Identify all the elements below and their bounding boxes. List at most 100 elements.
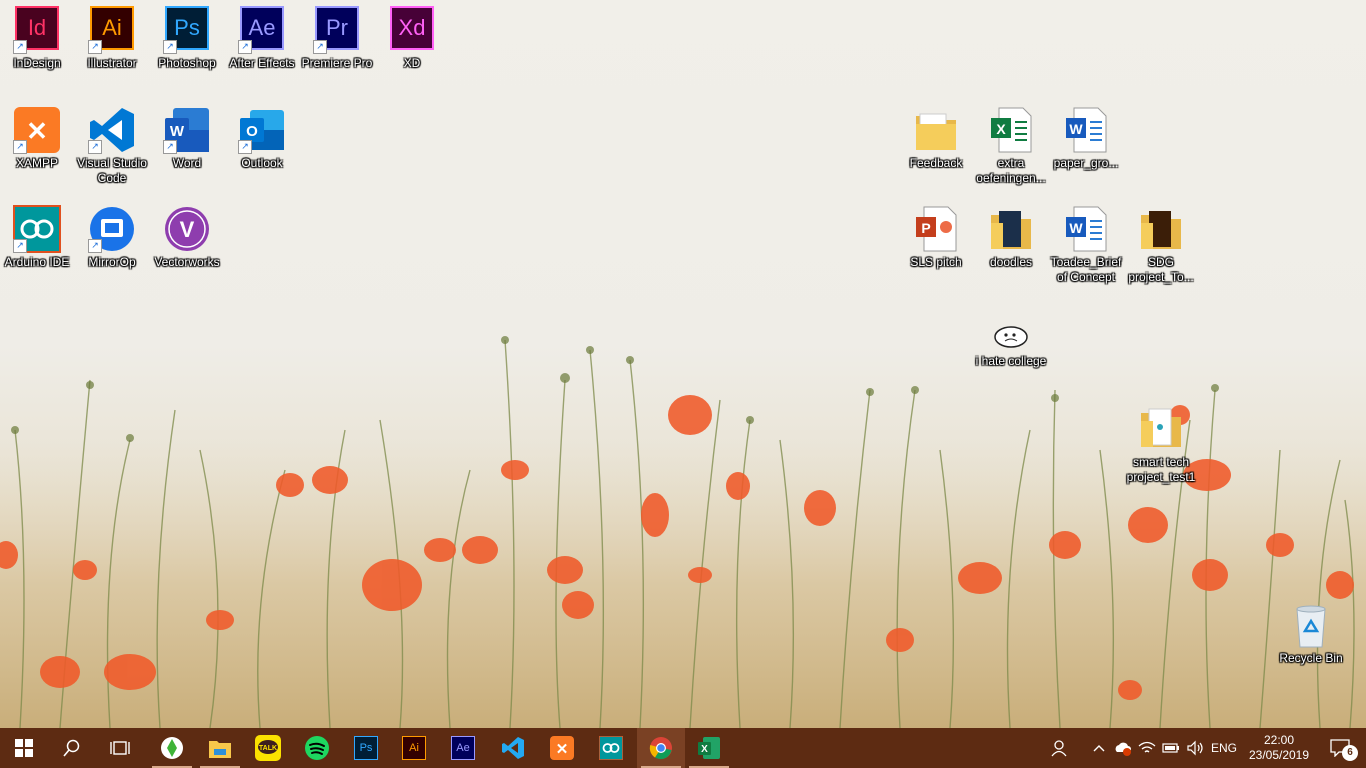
taskbar: TALK Ps Ai Ae ✕ X ENG 22:00 23/05/2019 6 <box>0 728 1366 768</box>
desktop-icon-sls-pitch[interactable]: P SLS pitch <box>899 205 973 270</box>
desktop-icon-indesign[interactable]: Id ↗ InDesign <box>0 6 74 71</box>
shortcut-arrow-icon: ↗ <box>313 40 327 54</box>
word-file-icon: W <box>1066 206 1107 252</box>
desktop-icon-label: Premiere Pro <box>301 56 373 70</box>
vectorworks-icon: V <box>165 207 209 251</box>
search-icon <box>63 739 80 757</box>
shortcut-arrow-icon: ↗ <box>13 239 27 253</box>
taskbar-sims[interactable] <box>148 728 196 768</box>
shortcut-arrow-icon: ↗ <box>88 140 102 154</box>
desktop-icon-smart-tech[interactable]: smart tech project_test1 <box>1124 405 1198 485</box>
shortcut-arrow-icon: ↗ <box>163 40 177 54</box>
desktop-icon-arduino-ide[interactable]: ↗ Arduino IDE <box>0 205 74 270</box>
taskbar-file-explorer[interactable] <box>196 728 244 768</box>
recycle-bin-icon <box>1296 605 1326 648</box>
desktop-icon-label: extra oefeningen... <box>976 156 1046 185</box>
desktop-icon-xampp[interactable]: ✕ ↗ XAMPP <box>0 106 74 171</box>
desktop-icon-doodles[interactable]: doodles <box>974 205 1048 270</box>
task-view-button[interactable] <box>96 728 144 768</box>
svg-text:W: W <box>170 123 185 140</box>
desktop-icon-label: After Effects <box>229 56 295 70</box>
svg-text:P: P <box>921 220 930 236</box>
people-button[interactable] <box>1040 728 1080 768</box>
action-center-button[interactable]: 6 <box>1318 728 1362 768</box>
desktop-icon-illustrator[interactable]: Ai ↗ Illustrator <box>75 6 149 71</box>
clock-button[interactable]: 22:00 23/05/2019 <box>1244 728 1314 768</box>
desktop-icon-photoshop[interactable]: Ps ↗ Photoshop <box>150 6 224 71</box>
desktop-icon-word[interactable]: W ↗ Word <box>150 106 224 171</box>
taskbar-photoshop[interactable]: Ps <box>342 728 390 768</box>
desktop-icon-toadee-brief[interactable]: W Toadee_Brief of Concept <box>1049 205 1123 285</box>
desktop-icon-label: Photoshop <box>158 56 216 70</box>
svg-text:V: V <box>180 217 195 242</box>
shortcut-arrow-icon: ↗ <box>88 40 102 54</box>
taskbar-excel[interactable]: X <box>685 728 733 768</box>
shortcut-arrow-icon: ↗ <box>88 239 102 253</box>
after-effects-icon: Ae <box>451 736 475 760</box>
clock-time: 22:00 <box>1263 733 1295 747</box>
desktop-icon-feedback[interactable]: Feedback <box>899 106 973 171</box>
desktop-icon-extra-oefeningen[interactable]: X extra oefeningen... <box>974 106 1048 186</box>
desktop-icon-outlook[interactable]: O ↗ Outlook <box>225 106 299 171</box>
desktop-icon-label: Toadee_Brief of Concept <box>1050 255 1122 284</box>
tray-volume[interactable] <box>1183 728 1207 768</box>
task-view-icon <box>110 741 130 755</box>
start-button[interactable] <box>0 728 48 768</box>
desktop-icon-sdg-project[interactable]: SDG project_To... <box>1124 205 1198 285</box>
shortcut-arrow-icon: ↗ <box>13 140 27 154</box>
desktop-icon-paper-gro[interactable]: W paper_gro... <box>1049 106 1123 171</box>
doodle-image-icon <box>994 326 1028 348</box>
desktop-icon-label: Illustrator <box>87 56 137 70</box>
svg-text:✕: ✕ <box>26 116 48 146</box>
tray-battery[interactable] <box>1159 728 1183 768</box>
kakaotalk-label: TALK <box>259 745 277 752</box>
desktop-icon-label: i hate college <box>975 354 1047 368</box>
search-button[interactable] <box>48 728 96 768</box>
svg-text:W: W <box>1069 121 1083 137</box>
chrome-icon <box>649 737 672 760</box>
svg-text:✕: ✕ <box>556 741 569 758</box>
taskbar-kakaotalk[interactable]: TALK <box>244 728 292 768</box>
excel-file-icon: X <box>991 107 1032 153</box>
taskbar-arduino[interactable] <box>587 728 635 768</box>
input-language-button[interactable]: ENG <box>1207 728 1241 768</box>
desktop-icon-xd[interactable]: Xd XD <box>375 6 449 71</box>
taskbar-xampp[interactable]: ✕ <box>538 728 586 768</box>
desktop-icon-label: Recycle Bin <box>1279 651 1343 665</box>
desktop-icon-i-hate-college[interactable]: i hate college <box>974 322 1048 369</box>
taskbar-chrome[interactable] <box>637 728 685 768</box>
shortcut-arrow-icon: ↗ <box>238 40 252 54</box>
shortcut-arrow-icon: ↗ <box>13 40 27 54</box>
desktop-icon-vectorworks[interactable]: V Vectorworks <box>150 205 224 270</box>
desktop-icon-label: Vectorworks <box>154 255 220 269</box>
sims-plumbob-icon <box>161 737 183 759</box>
taskbar-vscode[interactable] <box>489 728 537 768</box>
taskbar-illustrator[interactable]: Ai <box>390 728 438 768</box>
desktop-icon-premiere-pro[interactable]: Pr ↗ Premiere Pro <box>300 6 374 71</box>
desktop-icon-mirrorop[interactable]: ↗ MirrorOp <box>75 205 149 270</box>
folder-icon <box>916 113 956 150</box>
tray-wifi[interactable] <box>1135 728 1159 768</box>
excel-icon: X <box>698 737 720 759</box>
tray-onedrive[interactable] <box>1111 728 1135 768</box>
svg-text:X: X <box>701 744 708 755</box>
powerpoint-file-icon: P <box>916 206 957 252</box>
desktop-icon-recycle-bin[interactable]: Recycle Bin <box>1274 601 1348 666</box>
photoshop-icon: Ps <box>354 736 378 760</box>
taskbar-spotify[interactable] <box>293 728 341 768</box>
tray-overflow-button[interactable] <box>1087 728 1111 768</box>
people-icon <box>1051 740 1067 757</box>
desktop-icon-after-effects[interactable]: Ae ↗ After Effects <box>225 6 299 71</box>
wifi-icon <box>1138 741 1156 753</box>
desktop-icon-label: Arduino IDE <box>4 255 70 269</box>
taskbar-after-effects[interactable]: Ae <box>439 728 487 768</box>
windows-logo-icon <box>15 739 33 757</box>
spotify-icon <box>305 736 329 760</box>
shortcut-arrow-icon: ↗ <box>163 140 177 154</box>
desktop-icon-label: SLS pitch <box>910 255 962 269</box>
illustrator-icon: Ai <box>402 736 426 760</box>
desktop-icon-label: paper_gro... <box>1053 156 1119 170</box>
desktop-icon-label: Outlook <box>241 156 283 170</box>
desktop-icon-label: MirrorOp <box>88 255 136 269</box>
desktop-icon-visual-studio-code[interactable]: ↗ Visual Studio Code <box>75 106 149 186</box>
